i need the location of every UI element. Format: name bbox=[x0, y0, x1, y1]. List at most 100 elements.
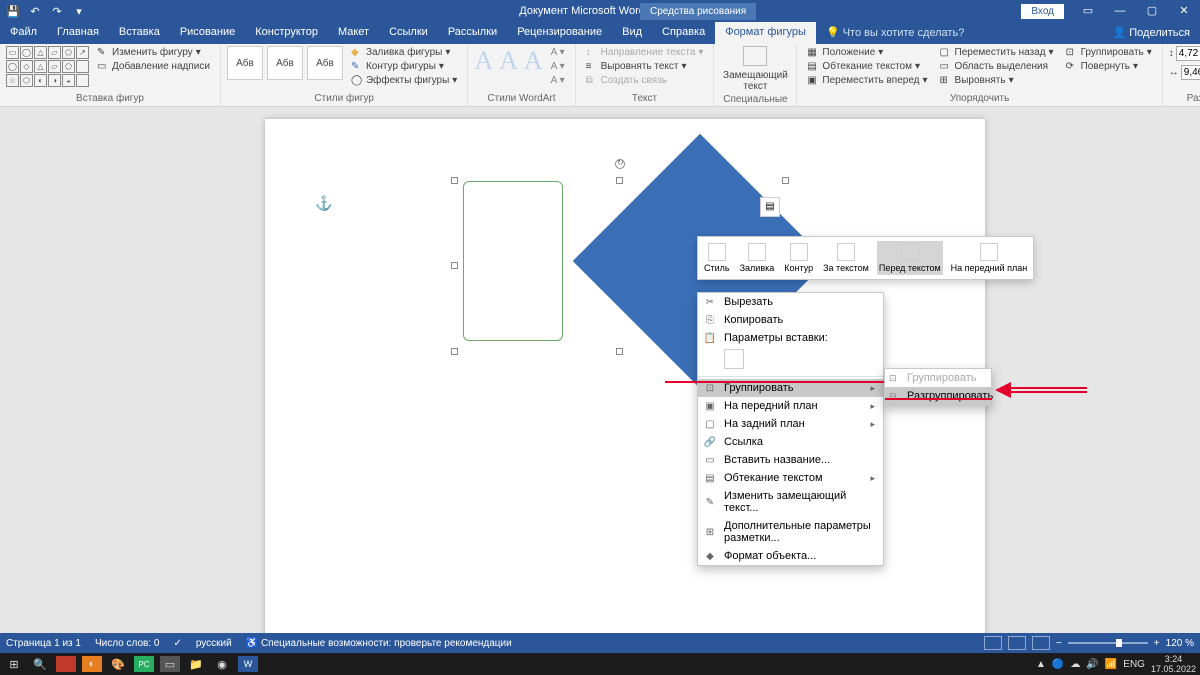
ribbon-display-icon[interactable]: ▭ bbox=[1072, 0, 1104, 22]
align-button[interactable]: ⊞Выровнять ▾ bbox=[936, 74, 1058, 87]
resize-handle[interactable] bbox=[616, 348, 623, 355]
resize-handle[interactable] bbox=[451, 348, 458, 355]
minimize-icon[interactable]: — bbox=[1104, 0, 1136, 22]
rotate-handle[interactable] bbox=[615, 159, 625, 169]
ctx-send-back[interactable]: ▢На задний план▸ bbox=[698, 415, 883, 433]
align-text-button[interactable]: ≡Выровнять текст ▾ bbox=[582, 60, 708, 73]
resize-handle[interactable] bbox=[782, 177, 789, 184]
ctx-format-object[interactable]: ◆Формат объекта... bbox=[698, 547, 883, 565]
tab-insert[interactable]: Вставка bbox=[109, 22, 170, 44]
resize-handle[interactable] bbox=[616, 177, 623, 184]
share-button[interactable]: 👤 Поделиться bbox=[1102, 22, 1200, 44]
height-input[interactable] bbox=[1176, 46, 1200, 61]
close-icon[interactable]: ✕ bbox=[1168, 0, 1200, 22]
text-box-button[interactable]: ▭Добавление надписи bbox=[93, 60, 214, 73]
text-outline-button[interactable]: A ▾ bbox=[547, 60, 569, 73]
chrome-icon[interactable]: ◉ bbox=[212, 656, 232, 672]
mini-bring-front[interactable]: На передний план bbox=[949, 241, 1030, 275]
alt-text-icon[interactable] bbox=[743, 46, 767, 66]
status-lang[interactable]: русский bbox=[196, 638, 232, 649]
status-words[interactable]: Число слов: 0 bbox=[95, 638, 159, 649]
taskbar-app-icon[interactable]: ▭ bbox=[160, 656, 180, 672]
mini-style[interactable]: Стиль bbox=[702, 241, 732, 275]
taskbar-app-icon[interactable]: PC bbox=[134, 656, 154, 672]
shape-gallery[interactable]: ▭◯△▱⬠↗ ◯◇△▱⬠ ☆⬡◐◑◒ bbox=[6, 46, 89, 87]
tray-icon[interactable]: 🔵 bbox=[1052, 659, 1064, 670]
taskbar-app-icon[interactable]: ◐ bbox=[82, 656, 102, 672]
zoom-in-icon[interactable]: + bbox=[1154, 638, 1160, 649]
maximize-icon[interactable]: ▢ bbox=[1136, 0, 1168, 22]
explorer-icon[interactable]: 📁 bbox=[186, 656, 206, 672]
taskbar-app-icon[interactable]: 🎨 bbox=[108, 656, 128, 672]
bring-forward-button[interactable]: ▣Переместить вперед ▾ bbox=[803, 74, 931, 87]
edit-shape-button[interactable]: ✎Изменить фигуру ▾ bbox=[93, 46, 214, 59]
ctx-bring-front[interactable]: ▣На передний план▸ bbox=[698, 397, 883, 415]
position-button[interactable]: ▦Положение ▾ bbox=[803, 46, 931, 59]
document-area[interactable]: ⚓ ▤ bbox=[0, 107, 1200, 653]
tray-icon[interactable]: 🔊 bbox=[1086, 659, 1098, 670]
tab-home[interactable]: Главная bbox=[47, 22, 109, 44]
tab-file[interactable]: Файл bbox=[0, 22, 47, 44]
paste-option-icon[interactable] bbox=[724, 349, 744, 369]
ctx-caption[interactable]: ▭Вставить название... bbox=[698, 451, 883, 469]
tell-me-search[interactable]: 💡 Что вы хотите сделать? bbox=[816, 22, 974, 44]
status-page[interactable]: Страница 1 из 1 bbox=[6, 638, 81, 649]
scroll-shape[interactable] bbox=[463, 181, 563, 341]
mini-fill[interactable]: Заливка bbox=[738, 241, 777, 275]
width-input[interactable] bbox=[1181, 65, 1200, 80]
resize-handle[interactable] bbox=[451, 262, 458, 269]
view-read-icon[interactable] bbox=[984, 636, 1002, 650]
status-spellcheck-icon[interactable]: ✓ bbox=[173, 638, 181, 649]
send-backward-button[interactable]: ▢Переместить назад ▾ bbox=[936, 46, 1058, 59]
word-icon[interactable]: W bbox=[238, 656, 258, 672]
tray-lang[interactable]: ENG bbox=[1123, 659, 1145, 670]
zoom-out-icon[interactable]: − bbox=[1056, 638, 1062, 649]
tab-mailings[interactable]: Рассылки bbox=[438, 22, 507, 44]
ctx-alt-text[interactable]: ✎Изменить замещающий текст... bbox=[698, 487, 883, 517]
tray-icon[interactable]: ☁ bbox=[1070, 659, 1080, 670]
shape-fill-button[interactable]: ◆Заливка фигуры ▾ bbox=[347, 46, 461, 59]
mini-behind-text[interactable]: За текстом bbox=[821, 241, 871, 275]
tab-draw[interactable]: Рисование bbox=[170, 22, 245, 44]
wordart-gallery[interactable]: A A A bbox=[474, 46, 542, 76]
tab-review[interactable]: Рецензирование bbox=[507, 22, 612, 44]
zoom-level[interactable]: 120 % bbox=[1166, 638, 1194, 649]
redo-icon[interactable]: ↷ bbox=[50, 5, 64, 18]
text-fill-button[interactable]: A ▾ bbox=[547, 46, 569, 59]
shape-effects-button[interactable]: ◯Эффекты фигуры ▾ bbox=[347, 74, 461, 87]
ctx-cut[interactable]: ✂Вырезать bbox=[698, 293, 883, 311]
save-icon[interactable]: 💾 bbox=[6, 5, 20, 18]
layout-options-icon[interactable]: ▤ bbox=[760, 197, 780, 217]
zoom-slider[interactable] bbox=[1068, 642, 1148, 644]
qat-more-icon[interactable]: ▾ bbox=[72, 5, 86, 18]
resize-handle[interactable] bbox=[451, 177, 458, 184]
ctx-copy[interactable]: ⎘Копировать bbox=[698, 311, 883, 329]
start-icon[interactable]: ⊞ bbox=[4, 656, 24, 672]
mini-front-text[interactable]: Перед текстом bbox=[877, 241, 943, 275]
ctx-more-layout[interactable]: ⊞Дополнительные параметры разметки... bbox=[698, 517, 883, 547]
tab-shape-format[interactable]: Формат фигуры bbox=[715, 22, 816, 44]
login-button[interactable]: Вход bbox=[1021, 4, 1064, 19]
search-icon[interactable]: 🔍 bbox=[30, 656, 50, 672]
mini-outline[interactable]: Контур bbox=[782, 241, 815, 275]
taskbar-app-icon[interactable] bbox=[56, 656, 76, 672]
tab-design[interactable]: Конструктор bbox=[245, 22, 328, 44]
group-button[interactable]: ⊡Группировать ▾ bbox=[1062, 46, 1156, 59]
tray-clock[interactable]: 3:24 17.05.2022 bbox=[1151, 654, 1196, 674]
ctx-link[interactable]: 🔗Ссылка bbox=[698, 433, 883, 451]
shape-outline-button[interactable]: ✎Контур фигуры ▾ bbox=[347, 60, 461, 73]
selection-pane-button[interactable]: ▭Область выделения bbox=[936, 60, 1058, 73]
text-effects-button[interactable]: A ▾ bbox=[547, 74, 569, 87]
wrap-text-button[interactable]: ▤Обтекание текстом ▾ bbox=[803, 60, 931, 73]
anchor-icon[interactable]: ⚓ bbox=[315, 195, 332, 212]
tab-layout[interactable]: Макет bbox=[328, 22, 379, 44]
rotate-button[interactable]: ⟳Повернуть ▾ bbox=[1062, 60, 1156, 73]
shape-style-gallery[interactable]: Абв Абв Абв bbox=[227, 46, 343, 80]
ctx-wrap[interactable]: ▤Обтекание текстом▸ bbox=[698, 469, 883, 487]
view-web-icon[interactable] bbox=[1032, 636, 1050, 650]
tray-icon[interactable]: 📶 bbox=[1105, 659, 1117, 670]
tab-references[interactable]: Ссылки bbox=[379, 22, 438, 44]
view-print-icon[interactable] bbox=[1008, 636, 1026, 650]
tab-help[interactable]: Справка bbox=[652, 22, 715, 44]
undo-icon[interactable]: ↶ bbox=[28, 5, 42, 18]
